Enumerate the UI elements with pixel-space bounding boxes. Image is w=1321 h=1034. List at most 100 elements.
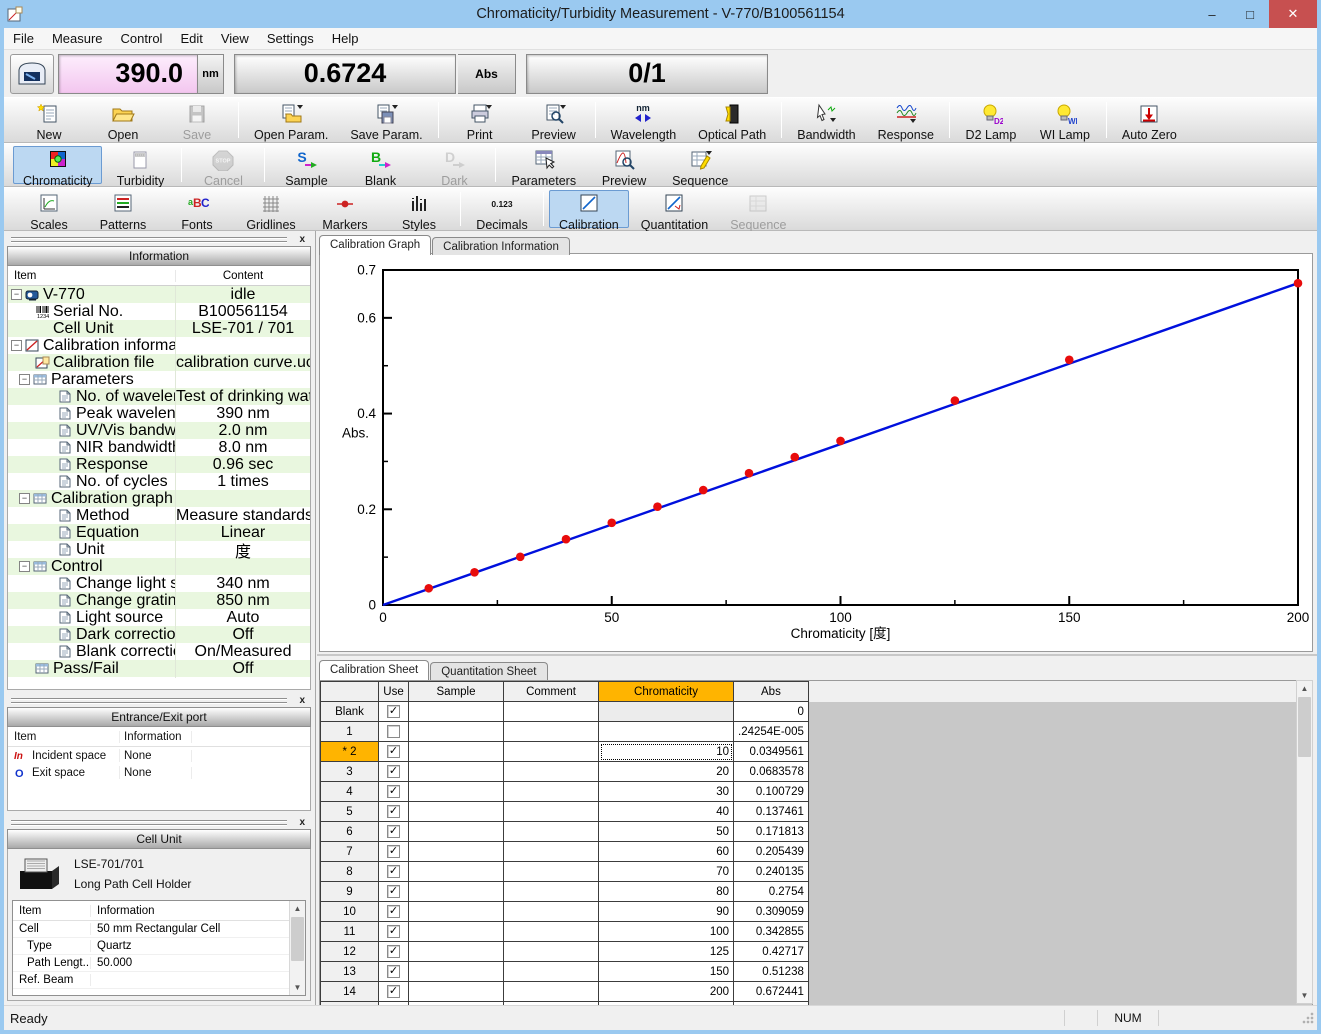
graph-tab-calibration-information[interactable]: Calibration Information — [432, 237, 570, 255]
sample-cell[interactable] — [409, 802, 504, 822]
info-row-calibration-file[interactable]: Calibration filecalibration curve.uctc — [8, 354, 310, 371]
sheet-header-use[interactable]: Use — [379, 682, 409, 702]
use-cell[interactable]: ✓ — [379, 862, 409, 882]
sheet-row-header[interactable]: 3 — [321, 762, 379, 782]
comment-cell[interactable] — [504, 982, 599, 1002]
use-cell[interactable]: ✓ — [379, 822, 409, 842]
use-cell[interactable]: ✓ — [379, 922, 409, 942]
info-row-change-grating-[interactable]: Change grating ...850 nm — [8, 592, 310, 609]
info-row-v-770[interactable]: −V-770idle — [8, 286, 310, 303]
sequence-button[interactable]: Sequence — [662, 146, 738, 184]
use-checkbox-checked[interactable]: ✓ — [387, 785, 400, 798]
use-checkbox-checked[interactable]: ✓ — [387, 945, 400, 958]
menu-measure[interactable]: Measure — [43, 29, 112, 48]
sheet-row-header[interactable]: 10 — [321, 902, 379, 922]
chromaticity-cell[interactable]: 200 — [599, 982, 734, 1002]
menu-settings[interactable]: Settings — [258, 29, 323, 48]
info-row-change-light-so-[interactable]: Change light so...340 nm — [8, 575, 310, 592]
sample-button[interactable]: SSample — [270, 146, 342, 184]
scroll-down-icon[interactable]: ▼ — [290, 980, 305, 995]
pane-close-icon[interactable]: x — [299, 234, 305, 245]
decimals-button[interactable]: 0.123Decimals — [466, 190, 538, 228]
calibration-button[interactable]: Calibration — [549, 190, 629, 228]
cell-row-ref-beam[interactable]: Ref. Beam — [13, 972, 305, 989]
comment-cell[interactable] — [504, 842, 599, 862]
use-checkbox-checked[interactable]: ✓ — [387, 905, 400, 918]
use-checkbox-unchecked[interactable] — [387, 725, 400, 738]
resize-grip[interactable] — [1301, 1011, 1315, 1025]
auto-zero-button[interactable]: Auto Zero — [1112, 100, 1187, 140]
chromaticity-cell[interactable] — [599, 722, 734, 742]
sheet-row-header[interactable]: Blank — [321, 702, 379, 722]
sample-cell[interactable] — [409, 842, 504, 862]
use-checkbox-checked[interactable]: ✓ — [387, 965, 400, 978]
tree-collapse-icon[interactable]: − — [19, 561, 30, 572]
use-cell[interactable]: ✓ — [379, 702, 409, 722]
sheet-row-header[interactable]: 8 — [321, 862, 379, 882]
chromaticity-cell[interactable]: 150 — [599, 962, 734, 982]
gridlines-button[interactable]: Gridlines — [235, 190, 307, 228]
comment-cell[interactable] — [504, 802, 599, 822]
use-checkbox-checked[interactable]: ✓ — [387, 845, 400, 858]
sheet-row-header[interactable]: 14 — [321, 982, 379, 1002]
scroll-down-icon[interactable]: ▼ — [1297, 988, 1312, 1003]
info-row-light-source[interactable]: Light sourceAuto — [8, 609, 310, 626]
abs-cell[interactable]: 0.240135 — [734, 862, 809, 882]
info-row-cell-unit[interactable]: Cell UnitLSE-701 / 701 — [8, 320, 310, 337]
abs-cell[interactable]: 0.0349561 — [734, 742, 809, 762]
use-cell[interactable]: ✓ — [379, 782, 409, 802]
menu-help[interactable]: Help — [323, 29, 368, 48]
abs-cell[interactable]: 0.100729 — [734, 782, 809, 802]
abs-cell[interactable]: 0.42717 — [734, 942, 809, 962]
cell-row-type[interactable]: TypeQuartz — [13, 938, 305, 955]
info-row-peak-wavelength[interactable]: Peak wavelength390 nm — [8, 405, 310, 422]
markers-button[interactable]: Markers — [309, 190, 381, 228]
pane-grip[interactable]: x — [9, 234, 309, 246]
menu-view[interactable]: View — [212, 29, 258, 48]
cell-table-scrollbar[interactable]: ▲ ▼ — [289, 901, 305, 995]
chromaticity-cell[interactable]: 40 — [599, 802, 734, 822]
scroll-up-icon[interactable]: ▲ — [290, 901, 305, 916]
abs-cell[interactable]: 0.0683578 — [734, 762, 809, 782]
sheet-row-header[interactable]: 11 — [321, 922, 379, 942]
sheet-header-comment[interactable]: Comment — [504, 682, 599, 702]
save-param--button[interactable]: Save Param. — [340, 100, 432, 140]
open-param--button[interactable]: Open Param. — [244, 100, 338, 140]
abs-cell[interactable]: 0.309059 — [734, 902, 809, 922]
pane-grip[interactable]: x — [9, 695, 309, 707]
wavelength-unit-button[interactable]: nm — [198, 54, 224, 94]
preview-button[interactable]: Preview — [518, 100, 590, 140]
sample-cell[interactable] — [409, 982, 504, 1002]
sheet-row-header[interactable]: 1 — [321, 722, 379, 742]
port-row-exit-space[interactable]: OExit spaceNone — [8, 764, 310, 781]
use-cell[interactable]: ✓ — [379, 982, 409, 1002]
abs-cell[interactable]: 0.672441 — [734, 982, 809, 1002]
sample-cell[interactable] — [409, 762, 504, 782]
tree-collapse-icon[interactable]: − — [19, 493, 30, 504]
scroll-up-icon[interactable]: ▲ — [1297, 681, 1312, 696]
patterns-button[interactable]: Patterns — [87, 190, 159, 228]
sheet-row-header[interactable]: 4 — [321, 782, 379, 802]
tree-collapse-icon[interactable]: − — [11, 289, 22, 300]
turbidity-button[interactable]: Turbidity — [104, 146, 176, 184]
sheet-row-header[interactable]: 9 — [321, 882, 379, 902]
pane-grip[interactable]: x — [9, 817, 309, 829]
use-cell[interactable] — [379, 722, 409, 742]
comment-cell[interactable] — [504, 942, 599, 962]
use-checkbox-checked[interactable]: ✓ — [387, 985, 400, 998]
chromaticity-button[interactable]: Chromaticity — [13, 146, 102, 184]
sample-cell[interactable] — [409, 882, 504, 902]
abs-cell[interactable]: 0.171813 — [734, 822, 809, 842]
maximize-button[interactable]: □ — [1231, 0, 1269, 28]
styles-button[interactable]: Styles — [383, 190, 455, 228]
comment-cell[interactable] — [504, 822, 599, 842]
print-button[interactable]: Print — [444, 100, 516, 140]
sample-cell[interactable] — [409, 742, 504, 762]
info-row-uv-vis-bandwi-[interactable]: UV/Vis bandwi...2.0 nm — [8, 422, 310, 439]
sheet-header-row[interactable] — [321, 682, 379, 702]
pane-close-icon[interactable]: x — [299, 695, 305, 706]
info-row-response[interactable]: Response0.96 sec — [8, 456, 310, 473]
abs-cell[interactable]: .24254E-005 — [734, 722, 809, 742]
chromaticity-cell[interactable]: 100 — [599, 922, 734, 942]
comment-cell[interactable] — [504, 962, 599, 982]
